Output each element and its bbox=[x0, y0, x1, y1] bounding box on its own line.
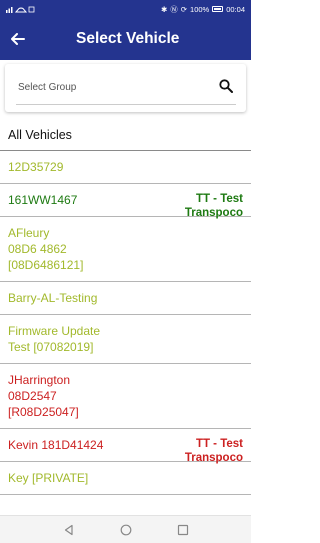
vehicle-name: Kevin 181D41424 bbox=[8, 438, 104, 452]
home-circle-icon bbox=[120, 524, 131, 535]
rotate-icon: ⟳ bbox=[180, 4, 188, 14]
status-right: ✱ Ⓝ ⟳ 100% 00:04 bbox=[161, 4, 245, 15]
vehicle-name: AFleury 08D6 4862 [08D6486121] bbox=[8, 226, 84, 272]
all-vehicles-label: All Vehicles bbox=[8, 128, 72, 142]
list-item[interactable]: 161WW1467 TT - Test Transpoco bbox=[0, 184, 251, 219]
signal-wifi-icon bbox=[6, 6, 35, 13]
battery-percent: 100% bbox=[190, 4, 210, 14]
search-underline bbox=[16, 104, 236, 105]
vehicle-name: 161WW1467 bbox=[8, 193, 78, 207]
list-item[interactable]: Barry-AL-Testing bbox=[0, 282, 251, 315]
search-icon[interactable] bbox=[219, 79, 233, 93]
clock: 00:04 bbox=[226, 4, 245, 14]
page-title: Select Vehicle bbox=[76, 30, 180, 47]
vehicle-name: Key [PRIVATE] bbox=[8, 471, 89, 485]
list-item[interactable]: 12D35729 bbox=[0, 151, 251, 184]
vehicle-name: Barry-AL-Testing bbox=[8, 291, 98, 305]
back-triangle-icon bbox=[64, 524, 73, 535]
list-item[interactable]: JHarrington 08D2547 [R08D25047] bbox=[0, 364, 251, 429]
back-button[interactable] bbox=[0, 18, 36, 60]
status-left-icons bbox=[6, 5, 36, 13]
vehicle-group: TT - Test Transpoco bbox=[184, 438, 243, 464]
group-select-placeholder: Select Group bbox=[18, 82, 77, 93]
vehicle-name: 12D35729 bbox=[8, 160, 64, 174]
back-arrow-icon bbox=[11, 33, 25, 45]
list-item[interactable]: Kevin 181D41424 TT - Test Transpoco bbox=[0, 429, 251, 464]
vehicle-name: JHarrington 08D2547 [R08D25047] bbox=[8, 373, 79, 419]
list-item[interactable]: AFleury 08D6 4862 [08D6486121] bbox=[0, 217, 251, 282]
status-bar: ✱ Ⓝ ⟳ 100% 00:04 bbox=[0, 0, 251, 18]
vehicle-list: All Vehicles 12D35729 161WW1467 TT - Test … bbox=[0, 117, 251, 495]
list-item[interactable]: Key [PRIVATE] bbox=[0, 462, 251, 495]
nav-back-button[interactable] bbox=[62, 523, 76, 537]
list-item[interactable]: Firmware Update Test [07082019] bbox=[0, 315, 251, 364]
battery-icon bbox=[212, 6, 224, 12]
recents-square-icon bbox=[177, 524, 188, 535]
vehicle-name: Firmware Update Test [07082019] bbox=[8, 324, 101, 354]
nav-recents-button[interactable] bbox=[176, 523, 190, 537]
list-item-all-vehicles[interactable]: All Vehicles bbox=[0, 117, 251, 151]
bluetooth-icon: ✱ bbox=[160, 4, 168, 14]
nav-home-button[interactable] bbox=[119, 523, 133, 537]
nfc-icon: Ⓝ bbox=[170, 4, 178, 14]
system-nav-bar bbox=[0, 515, 251, 543]
group-select-field[interactable]: Select Group bbox=[5, 64, 246, 112]
app-bar: Select Vehicle bbox=[0, 18, 251, 60]
vehicle-group: TT - Test Transpoco bbox=[184, 193, 243, 219]
